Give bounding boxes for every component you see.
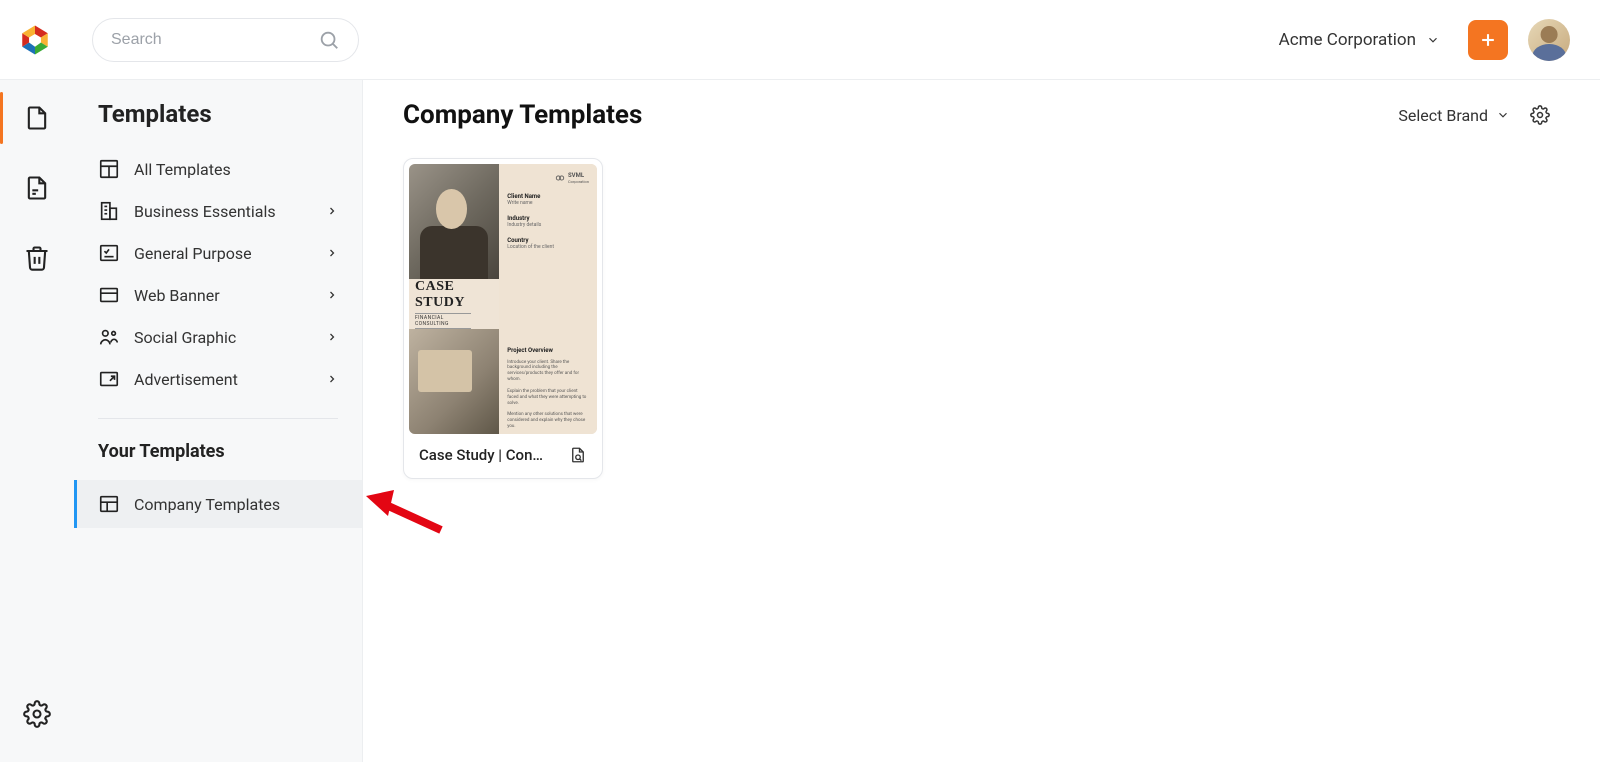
sidebar-title: Templates	[74, 100, 362, 148]
sidebar-item-social-graphic[interactable]: Social Graphic	[74, 316, 362, 358]
chevron-down-icon	[1496, 108, 1510, 122]
trash-icon	[23, 244, 51, 272]
search-box[interactable]	[92, 18, 359, 62]
sidebar: Templates All Templates Business Essenti…	[74, 80, 363, 762]
preview-icon[interactable]	[569, 446, 587, 464]
chevron-right-icon	[326, 205, 338, 217]
chevron-right-icon	[326, 331, 338, 343]
settings-icon[interactable]	[1530, 105, 1550, 125]
social-icon	[98, 326, 120, 348]
your-templates-heading: Your Templates	[74, 441, 362, 480]
brand-selector[interactable]: Select Brand	[1398, 106, 1510, 125]
sidebar-item-label: Social Graphic	[134, 328, 236, 347]
nav-rail	[0, 80, 74, 762]
plus-icon	[1478, 30, 1498, 50]
sidebar-item-label: Web Banner	[134, 286, 220, 305]
gear-icon	[23, 700, 51, 728]
sidebar-item-business-essentials[interactable]: Business Essentials	[74, 190, 362, 232]
thumb-case-study-subtitle: FINANCIAL CONSULTING	[415, 313, 471, 329]
chevron-right-icon	[326, 373, 338, 385]
file-icon	[23, 104, 51, 132]
rail-trash[interactable]	[17, 238, 57, 278]
sidebar-item-label: All Templates	[134, 160, 231, 179]
chevron-right-icon	[326, 289, 338, 301]
create-button[interactable]	[1468, 20, 1508, 60]
ad-icon	[98, 368, 120, 390]
workspace-name: Acme Corporation	[1279, 30, 1416, 50]
checklist-icon	[98, 242, 120, 264]
grid-icon	[98, 158, 120, 180]
chevron-down-icon	[1426, 33, 1440, 47]
sidebar-item-company-templates[interactable]: Company Templates	[74, 480, 362, 528]
rail-templates[interactable]	[17, 98, 57, 138]
doc-icon	[23, 174, 51, 202]
layout-icon	[98, 493, 120, 515]
sidebar-item-all-templates[interactable]: All Templates	[74, 148, 362, 190]
thumb-brand-logo: SVML Corporation	[555, 172, 589, 184]
thumb-case-study-title: CASE STUDY	[415, 279, 493, 311]
chevron-right-icon	[326, 247, 338, 259]
app-logo[interactable]	[18, 23, 52, 57]
template-card[interactable]: CASE STUDY FINANCIAL CONSULTING SVML Cor	[403, 158, 603, 479]
search-icon	[318, 29, 340, 51]
template-thumbnail: CASE STUDY FINANCIAL CONSULTING SVML Cor	[409, 164, 597, 434]
user-avatar[interactable]	[1528, 19, 1570, 61]
template-card-title: Case Study | Con…	[419, 446, 559, 464]
sidebar-item-label: Business Essentials	[134, 202, 276, 221]
sidebar-item-label: Advertisement	[134, 370, 238, 389]
sidebar-item-general-purpose[interactable]: General Purpose	[74, 232, 362, 274]
brand-selector-label: Select Brand	[1398, 106, 1488, 125]
sidebar-item-web-banner[interactable]: Web Banner	[74, 274, 362, 316]
page-title: Company Templates	[403, 100, 642, 130]
sidebar-divider	[98, 418, 338, 419]
search-input[interactable]	[111, 31, 318, 49]
topbar: Acme Corporation	[0, 0, 1600, 80]
main-content: Company Templates Select Brand CASE STUD…	[363, 80, 1600, 762]
sidebar-item-label: Company Templates	[134, 495, 280, 514]
workspace-switcher[interactable]: Acme Corporation	[1279, 30, 1440, 50]
rail-settings[interactable]	[17, 694, 57, 734]
banner-icon	[98, 284, 120, 306]
rail-documents[interactable]	[17, 168, 57, 208]
building-icon	[98, 200, 120, 222]
sidebar-item-advertisement[interactable]: Advertisement	[74, 358, 362, 400]
sidebar-item-label: General Purpose	[134, 244, 252, 263]
